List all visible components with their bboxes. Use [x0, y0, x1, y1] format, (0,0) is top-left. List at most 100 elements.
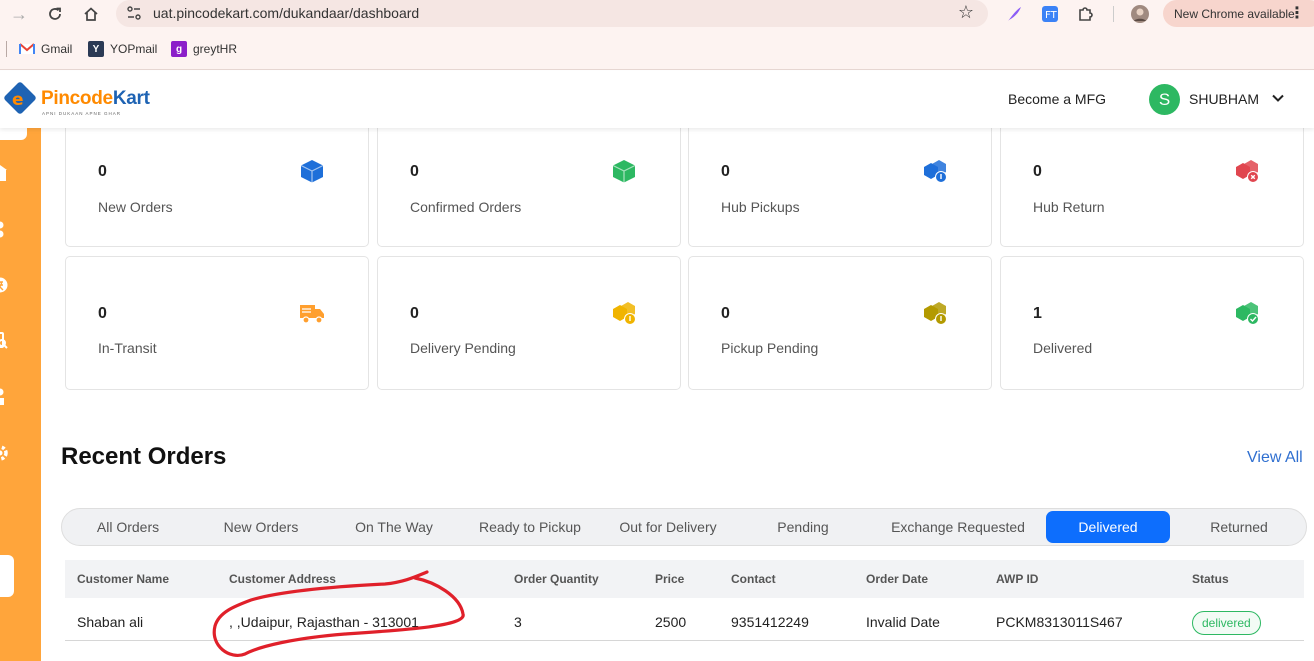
tab-pending[interactable]: Pending: [736, 509, 870, 545]
box-icon: [612, 160, 636, 183]
forward-icon[interactable]: →: [8, 3, 30, 25]
stat-card[interactable]: 0 Hub Return: [1000, 118, 1304, 247]
tab-ready-to-pickup[interactable]: Ready to Pickup: [460, 509, 600, 545]
bookmarks-bar: Gmail Y YOPmail g greytHR: [0, 29, 1314, 70]
gmail-icon: [19, 41, 35, 57]
search-document-icon[interactable]: [0, 332, 8, 350]
stat-label: Delivery Pending: [410, 340, 516, 356]
toolbar-divider: [1113, 6, 1114, 22]
bookmark-label: Gmail: [41, 42, 73, 56]
tab-delivered[interactable]: Delivered: [1046, 511, 1170, 543]
cell-order-quantity: 3: [514, 614, 522, 630]
chevron-down-icon[interactable]: [1270, 90, 1286, 106]
stat-count: 0: [721, 305, 730, 322]
tab-out-for-delivery[interactable]: Out for Delivery: [600, 509, 736, 545]
column-header-price[interactable]: Price: [655, 572, 684, 586]
column-header-customer-address[interactable]: Customer Address: [229, 572, 336, 586]
boxes-pending-icon: [924, 302, 947, 325]
column-header-order-quantity[interactable]: Order Quantity: [514, 572, 599, 586]
column-header-customer-name[interactable]: Customer Name: [77, 572, 169, 586]
column-header-awp-id[interactable]: AWP ID: [996, 572, 1038, 586]
column-header-order-date[interactable]: Order Date: [866, 572, 928, 586]
box-icon: [300, 160, 324, 183]
app-header: e PincodeKart APNI DUKAAN APNE GHAR Beco…: [0, 71, 1314, 128]
stat-card[interactable]: 1 Delivered: [1000, 256, 1304, 390]
tab-new-orders[interactable]: New Orders: [194, 509, 328, 545]
stat-card[interactable]: 0 Delivery Pending: [377, 256, 681, 390]
new-chrome-label: New Chrome available: [1174, 6, 1295, 21]
pincodekart-logo[interactable]: e PincodeKart APNI DUKAAN APNE GHAR: [2, 80, 152, 120]
view-all-link[interactable]: View All: [1247, 449, 1303, 467]
bookmark-star-icon[interactable]: ☆: [958, 2, 974, 23]
cell-contact: 9351412249: [731, 614, 809, 630]
bookmarks-separator: [6, 41, 7, 57]
logo-tagline: APNI DUKAAN APNE GHAR: [42, 111, 122, 116]
stat-label: In-Transit: [98, 340, 157, 356]
logo-text-main: Pincode: [41, 88, 113, 109]
bookmark-label: YOPmail: [110, 42, 158, 56]
column-header-contact[interactable]: Contact: [731, 572, 776, 586]
tab-returned[interactable]: Returned: [1170, 509, 1308, 545]
sidebar-bottom-panel: [0, 555, 14, 597]
browser-toolbar: → uat.pincodekart.com/dukandaar/dashboar…: [0, 0, 1314, 29]
recent-orders-title: Recent Orders: [61, 443, 227, 470]
bookmark-label: greytHR: [193, 42, 238, 56]
boxes-return-icon: [1236, 160, 1259, 183]
home-icon[interactable]: [80, 3, 102, 25]
boxes-pending-icon: [613, 302, 636, 325]
svg-text:e: e: [12, 90, 24, 110]
stat-count: 0: [410, 163, 419, 180]
column-header-status[interactable]: Status: [1192, 572, 1229, 586]
stat-card[interactable]: 0 Pickup Pending: [688, 256, 992, 390]
new-chrome-available-button[interactable]: New Chrome available ⋮: [1163, 0, 1314, 27]
user-name[interactable]: SHUBHAM: [1189, 91, 1259, 107]
feather-extension-icon[interactable]: [1004, 4, 1024, 24]
extensions-puzzle-icon[interactable]: [1076, 4, 1096, 24]
logo-text-accent: Kart: [112, 88, 150, 109]
reload-icon[interactable]: [44, 3, 66, 25]
stat-count: 0: [721, 163, 730, 180]
users-icon[interactable]: [0, 220, 8, 238]
tab-exchange-requested[interactable]: Exchange Requested: [870, 509, 1046, 545]
chrome-menu-icon[interactable]: ⋮: [1289, 3, 1305, 23]
cell-customer-name: Shaban ali: [77, 614, 144, 630]
tab-on-the-way[interactable]: On The Way: [328, 509, 460, 545]
stat-count: 1: [1033, 305, 1042, 322]
yopmail-icon: Y: [88, 41, 104, 57]
stat-card[interactable]: 0 Hub Pickups: [688, 118, 992, 247]
translate-extension-icon[interactable]: FT: [1040, 4, 1060, 24]
boxes-info-icon: [924, 160, 947, 183]
profile-avatar-icon[interactable]: [1130, 4, 1150, 24]
url-text[interactable]: uat.pincodekart.com/dukandaar/dashboard: [153, 5, 419, 21]
bookmark-yopmail[interactable]: Y YOPmail: [88, 41, 157, 57]
bookmark-gmail[interactable]: Gmail: [19, 41, 72, 57]
become-mfg-link[interactable]: Become a MFG: [1008, 91, 1106, 107]
truck-icon: [300, 305, 324, 324]
tab-all-orders[interactable]: All Orders: [62, 509, 194, 545]
stat-card[interactable]: 0 In-Transit: [65, 256, 369, 390]
rupee-icon[interactable]: [0, 276, 8, 294]
sidebar: [0, 128, 41, 661]
svg-text:FT: FT: [1045, 10, 1058, 21]
address-bar[interactable]: uat.pincodekart.com/dukandaar/dashboard …: [116, 0, 988, 27]
user-avatar[interactable]: S: [1149, 84, 1180, 115]
shop-icon[interactable]: [0, 164, 8, 182]
stat-card[interactable]: 0 New Orders: [65, 118, 369, 247]
category-icon[interactable]: [0, 388, 8, 406]
site-info-icon[interactable]: [126, 5, 142, 21]
cell-customer-address: , ,Udaipur, Rajasthan - 313001: [229, 614, 419, 630]
orders-table-header: Customer Name Customer Address Order Quant…: [65, 560, 1304, 598]
cell-awp-id: PCKM8313011S467: [996, 614, 1123, 630]
stat-count: 0: [1033, 163, 1042, 180]
table-row[interactable]: Shaban ali , ,Udaipur, Rajasthan - 31300…: [65, 598, 1304, 641]
sidebar-active-indicator: [0, 128, 27, 140]
stat-count: 0: [410, 305, 419, 322]
gear-icon[interactable]: [0, 444, 8, 462]
cell-order-date: Invalid Date: [866, 614, 940, 630]
greythr-icon: g: [171, 41, 187, 57]
stat-card[interactable]: 0 Confirmed Orders: [377, 118, 681, 247]
bookmark-greythr[interactable]: g greytHR: [171, 41, 237, 57]
stat-label: New Orders: [98, 199, 173, 215]
stat-count: 0: [98, 163, 107, 180]
logo-text: PincodeKart: [41, 88, 150, 110]
